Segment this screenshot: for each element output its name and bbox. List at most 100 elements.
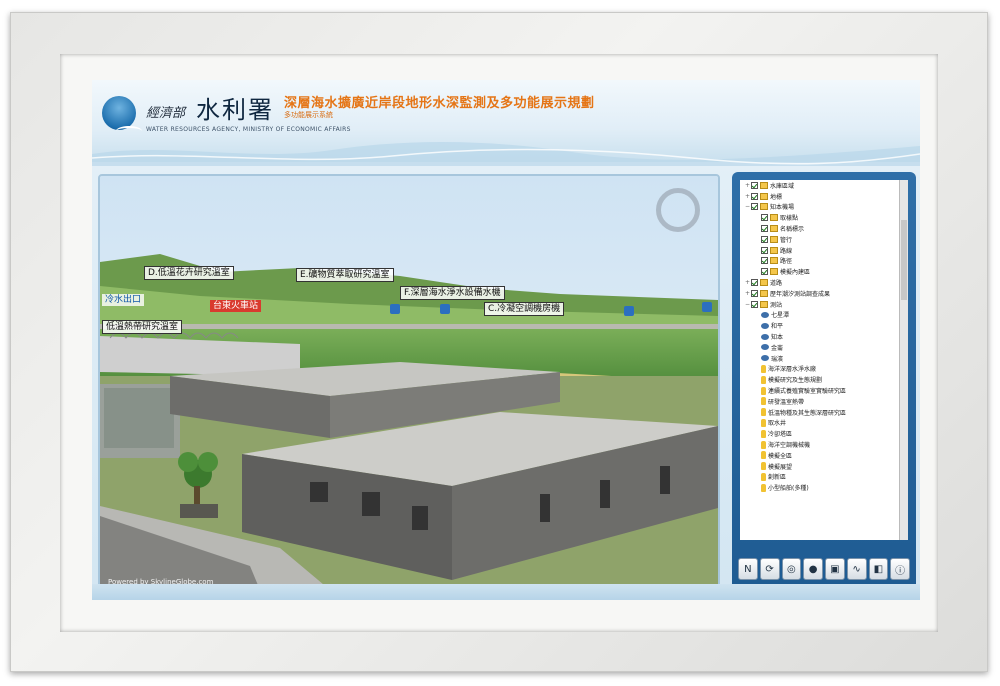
layer-checkbox[interactable]: [751, 300, 758, 308]
layer-tree-item[interactable]: 小型船舶(多種): [740, 482, 908, 493]
stop-icon: ●: [808, 563, 818, 575]
folder-icon: [770, 268, 778, 276]
layer-tree-item[interactable]: 路徑: [740, 256, 908, 267]
poi-marker-icon[interactable]: [624, 306, 634, 316]
layer-checkbox[interactable]: [751, 289, 758, 297]
3d-map-viewer[interactable]: D.低溫花卉研究溫室 E.礦物質萃取研究溫室 F.深層海水淨水設備水機 C.冷凝…: [98, 174, 720, 592]
layer-label: 創新區: [768, 474, 787, 482]
layer-tree-item[interactable]: 模擬全區: [740, 450, 908, 461]
layer-label: 小型船舶(多種): [768, 485, 809, 493]
3d-scene[interactable]: [100, 176, 718, 590]
layer-tree-item[interactable]: 管行: [740, 234, 908, 245]
layer-tree-item[interactable]: 知本: [740, 331, 908, 342]
layer-tree-item[interactable]: 七星潭: [740, 310, 908, 321]
footer-wave-decoration: [92, 584, 920, 600]
rotate-button[interactable]: ⟳: [759, 558, 780, 580]
expand-toggle-icon[interactable]: +: [744, 290, 751, 297]
layer-tree-item[interactable]: 模擬研究及生態規劃: [740, 374, 908, 385]
layer-tree-item[interactable]: − 知本機場: [740, 202, 908, 213]
poi-label-d[interactable]: D.低溫花卉研究溫室: [144, 266, 234, 280]
layer-tree-item[interactable]: 海洋空調機械機: [740, 439, 908, 450]
layer-checkbox[interactable]: [761, 235, 768, 243]
layer-tree-item[interactable]: 研發溫室熱帶: [740, 396, 908, 407]
eye-icon: [761, 355, 769, 362]
layer-tree-item[interactable]: 冷卻塔區: [740, 428, 908, 439]
folder-icon: [770, 246, 778, 254]
layer-checkbox[interactable]: [761, 225, 768, 233]
poi-marker-icon[interactable]: [702, 302, 712, 312]
poi-label-f[interactable]: F.深層海水淨水設備水機: [400, 286, 505, 300]
layer-tree-item[interactable]: 海洋深層水淨水廠: [740, 364, 908, 375]
info-button[interactable]: ⓘ: [890, 558, 910, 580]
folder-icon: [760, 192, 768, 200]
layer-tree-item[interactable]: 金崙: [740, 342, 908, 353]
layer-tree[interactable]: + 水庫區域 + 地標 − 知本機場 取樣點 名稱標示 管行 路線 路徑 模擬內建區 + 道路 + 歷年潮汐測…: [740, 180, 908, 540]
folder-icon: [760, 279, 768, 287]
rotate-icon: ⟳: [765, 563, 774, 575]
layer-tree-item[interactable]: 取水井: [740, 418, 908, 429]
layer-checkbox[interactable]: [761, 257, 768, 265]
layer-tree-item[interactable]: 路線: [740, 245, 908, 256]
layer-checkbox[interactable]: [761, 246, 768, 254]
agency-english-name: WATER RESOURCES AGENCY, MINISTRY OF ECON…: [146, 126, 351, 133]
layer-tree-item[interactable]: + 水庫區域: [740, 180, 908, 191]
camera-icon: ▣: [830, 563, 840, 575]
expand-toggle-icon[interactable]: +: [744, 182, 751, 189]
folder-icon: [760, 181, 768, 189]
layer-label: 知本機場: [770, 204, 795, 212]
layer-checkbox[interactable]: [751, 279, 758, 287]
poi-marker-icon[interactable]: [390, 304, 400, 314]
bulb-icon: [761, 375, 766, 384]
layer-label: 冷卻塔區: [768, 431, 793, 439]
water-agency-logo-icon: [102, 96, 142, 130]
layer-tree-item[interactable]: 模擬內建區: [740, 266, 908, 277]
layer-tree-item[interactable]: 創新區: [740, 472, 908, 483]
layer-checkbox[interactable]: [751, 181, 758, 189]
layer-checkbox[interactable]: [761, 214, 768, 222]
expand-toggle-icon[interactable]: +: [744, 279, 751, 286]
poi-label-water[interactable]: 冷水出口: [102, 294, 145, 306]
expand-toggle-icon[interactable]: −: [744, 301, 751, 308]
layer-tree-item[interactable]: 連續式養殖實驗室實驗研究區: [740, 385, 908, 396]
layer-tree-item[interactable]: 模擬展望: [740, 461, 908, 472]
layer-tree-item[interactable]: + 道路: [740, 277, 908, 288]
layer-tree-item[interactable]: 和平: [740, 320, 908, 331]
layers-button[interactable]: ◧: [868, 558, 889, 580]
poi-label-e[interactable]: E.礦物質萃取研究溫室: [296, 268, 394, 282]
layer-checkbox[interactable]: [751, 203, 758, 211]
stop-button[interactable]: ●: [803, 558, 823, 580]
poi-label-c[interactable]: C.冷凝空調機房機: [484, 302, 565, 316]
expand-toggle-icon[interactable]: +: [744, 193, 751, 200]
layer-tree-item[interactable]: 名稱標示: [740, 223, 908, 234]
layer-tree-item[interactable]: 瑞濱: [740, 353, 908, 364]
layer-tree-item[interactable]: − 測站: [740, 299, 908, 310]
layer-tree-item[interactable]: 低溫物種及其生態深層研究區: [740, 407, 908, 418]
folder-icon: [760, 300, 768, 308]
layer-tree-item[interactable]: + 歷年潮汐測站調查成果: [740, 288, 908, 299]
folder-icon: [770, 225, 778, 233]
layer-tree-item[interactable]: + 地標: [740, 191, 908, 202]
layer-checkbox[interactable]: [751, 192, 758, 200]
binoculars-button[interactable]: ◎: [781, 558, 802, 580]
layer-label: 知本: [771, 334, 784, 342]
layer-tree-item[interactable]: 取樣點: [740, 212, 908, 223]
expand-toggle-icon[interactable]: −: [744, 203, 751, 210]
measure-button[interactable]: ∿: [846, 558, 867, 580]
info-icon: ⓘ: [895, 565, 906, 577]
bulb-icon: [761, 472, 766, 481]
north-compass-button[interactable]: N: [738, 558, 758, 580]
map-toolbar: N ⟳ ◎ ● ▣ ∿ ◧ ⓘ: [738, 558, 910, 582]
layer-label: 歷年潮汐測站調查成果: [770, 290, 831, 298]
camera-button[interactable]: ▣: [825, 558, 845, 580]
poi-label-station[interactable]: 台東火車站: [210, 300, 262, 312]
poi-label-g[interactable]: 低溫熱帶研究溫室: [102, 320, 183, 334]
layer-label: 海洋空調機械機: [768, 442, 811, 450]
bulb-icon: [761, 364, 766, 373]
bulb-icon: [761, 429, 766, 438]
poi-marker-icon[interactable]: [440, 304, 450, 314]
binoculars-icon: ◎: [787, 563, 796, 575]
layer-label: 名稱標示: [780, 226, 805, 234]
navigation-compass-ring[interactable]: [656, 188, 700, 232]
layer-checkbox[interactable]: [761, 268, 768, 276]
folder-icon: [770, 214, 778, 222]
